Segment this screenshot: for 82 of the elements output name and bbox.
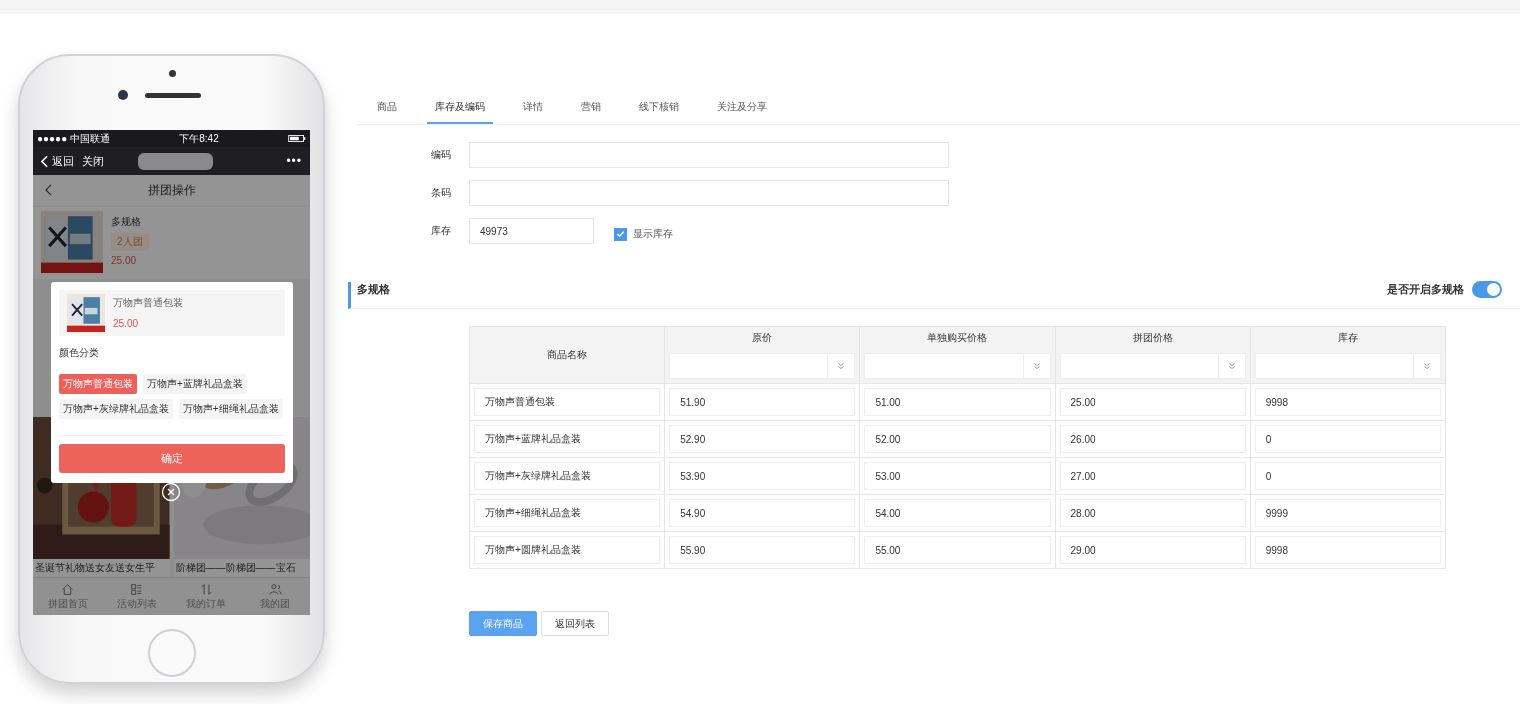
table-cell-input[interactable]: 9998	[1254, 388, 1441, 416]
back-link[interactable]: 返回	[52, 153, 74, 169]
table-cell-input[interactable]: 29.00	[1059, 536, 1246, 564]
table-cell-input[interactable]: 54.00	[864, 499, 1051, 527]
table-cell-input[interactable]: 万物声+灰绿牌礼品盒装	[474, 462, 661, 490]
table-cell-input[interactable]: 26.00	[1059, 425, 1246, 453]
table-cell-input[interactable]: 52.90	[669, 425, 856, 453]
tab[interactable]: 库存及编码	[427, 100, 493, 124]
table-cell-input[interactable]: 51.90	[669, 388, 856, 416]
tab[interactable]: 商品	[369, 100, 405, 124]
field-label: 条码	[431, 186, 452, 200]
table-cell-input[interactable]: 54.90	[669, 499, 856, 527]
table-cell-input[interactable]: 55.90	[669, 536, 856, 564]
battery-icon	[288, 135, 306, 142]
list-icon	[130, 582, 144, 596]
table-cell-input[interactable]: 53.00	[864, 462, 1051, 490]
close-icon[interactable]	[161, 482, 181, 502]
option-chip[interactable]: 万物声+灰绿牌礼品盒装	[59, 399, 173, 419]
home-icon	[61, 582, 75, 596]
table-cell-input[interactable]: 0	[1254, 462, 1441, 490]
table-cell-input[interactable]: 27.00	[1059, 462, 1246, 490]
table-cell-input[interactable]: 53.90	[669, 462, 856, 490]
table-cell-input[interactable]: 9998	[1254, 536, 1441, 564]
bulk-select[interactable]	[864, 353, 1051, 379]
variant-price: 25.00	[113, 318, 140, 329]
table-cell-input[interactable]: 万物声+细绳礼品盒装	[474, 499, 661, 527]
speaker-icon	[145, 93, 201, 98]
table-cell-input[interactable]: 万物声普通包装	[474, 388, 661, 416]
bulk-select[interactable]	[1254, 353, 1441, 379]
table-cell-input[interactable]: 28.00	[1059, 499, 1246, 527]
table-cell-input[interactable]: 万物声+蓝牌礼品盒装	[474, 425, 661, 453]
product-price: 25.00	[111, 255, 137, 266]
chevron-icon	[1423, 362, 1431, 370]
option-group-label: 颜色分类	[59, 346, 100, 360]
carrier-label: ●●●●● 中国联通	[37, 131, 110, 146]
sort-icon	[199, 582, 213, 596]
bulk-select[interactable]	[1059, 353, 1246, 379]
camera-icon	[118, 90, 128, 100]
toggle-switch[interactable]	[1472, 280, 1502, 298]
page-title: 拼团操作	[147, 181, 196, 199]
input-field[interactable]	[469, 180, 949, 206]
input-field[interactable]	[469, 142, 949, 168]
table-cell-input[interactable]: 55.00	[864, 536, 1051, 564]
bulk-select[interactable]	[669, 353, 856, 379]
chevron-icon	[1032, 362, 1041, 370]
product-name: 多规格	[111, 215, 141, 229]
tab[interactable]: 关注及分享	[709, 100, 775, 124]
column-header: 单独购买价格	[927, 331, 988, 345]
toggle-label: 是否开启多规格	[1387, 281, 1464, 297]
back-button[interactable]: 返回列表	[541, 611, 609, 636]
variant-name: 万物声普通包装	[113, 296, 183, 310]
chevron-icon	[1227, 362, 1236, 370]
chevron-icon	[837, 362, 846, 370]
table-cell-input[interactable]: 0	[1254, 425, 1441, 453]
section-title: 多规格	[357, 281, 390, 297]
option-chip[interactable]: 万物声+细绳礼品盒装	[178, 399, 283, 419]
product-title: 阶梯团——阶梯团——宝石	[174, 561, 297, 575]
close-link[interactable]: 关闭	[82, 153, 104, 169]
table-cell-input[interactable]: 52.00	[864, 425, 1051, 453]
column-header: 库存	[1337, 331, 1358, 345]
checkbox[interactable]	[614, 227, 627, 241]
field-label: 编码	[431, 148, 452, 162]
column-header: 拼团价格	[1132, 331, 1173, 345]
table-cell-input[interactable]: 25.00	[1059, 388, 1246, 416]
group-badge: 2人团	[111, 233, 149, 251]
table-cell-input[interactable]: 9999	[1254, 499, 1441, 527]
option-chip[interactable]: 万物声+蓝牌礼品盒装	[143, 374, 247, 394]
column-header: 原价	[752, 331, 773, 345]
table-cell-input[interactable]: 51.00	[864, 388, 1051, 416]
tab[interactable]: 线下核销	[631, 100, 687, 124]
table-cell-input[interactable]: 万物声+圆牌礼品盒装	[474, 536, 661, 564]
tab[interactable]: 详情	[515, 100, 551, 124]
column-header: 商品名称	[547, 348, 588, 362]
sensor-dot	[169, 70, 176, 77]
more-button[interactable]: •••	[286, 154, 302, 168]
input-field[interactable]: 49973	[469, 218, 594, 244]
tab[interactable]: 营销	[573, 100, 609, 124]
checkbox-label: 显示库存	[633, 227, 673, 241]
people-icon	[268, 582, 282, 596]
status-time: 下午8:42	[179, 131, 219, 146]
field-label: 库存	[431, 224, 452, 238]
product-title: 圣诞节礼物送女友送女生平	[34, 561, 156, 575]
